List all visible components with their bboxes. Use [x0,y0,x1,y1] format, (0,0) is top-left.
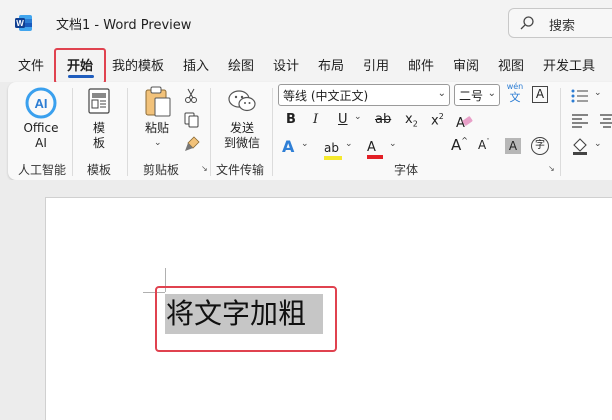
phonetic-guide-button[interactable]: wén 文 [506,82,524,104]
bullets-dropdown-icon[interactable]: ⌄ [594,88,602,98]
search-label: 搜索 [549,19,576,34]
font-color-button[interactable]: A [367,136,383,159]
send-wechat-label-2[interactable]: 到微信 [220,136,264,150]
template-label-1[interactable]: 模 [88,121,110,135]
superscript-button[interactable]: x2 [431,112,444,128]
bold-button[interactable]: B [286,112,296,127]
tab-view[interactable]: 视图 [498,55,524,74]
highlight-color-button[interactable]: ab [324,137,342,160]
superscript-base: x [431,113,439,129]
shading-dropdown-icon[interactable]: ⌄ [594,139,602,149]
paste-icon[interactable] [144,86,172,122]
font-size-select[interactable]: 二号 ⌄ [454,84,500,106]
shrink-font-glyph: A [478,138,487,152]
caret-up-icon: ^ [461,136,468,145]
home-tab-highlight-box [54,48,106,84]
grow-font-button[interactable]: A^ [451,136,468,154]
selected-text-highlight-box [155,286,337,352]
tab-my-templates[interactable]: 我的模板 [112,55,164,74]
subscript-button[interactable]: x2 [405,112,418,129]
chevron-down-icon: ⌄ [487,88,496,99]
group-label-ai: 人工智能 [18,163,67,177]
grow-font-glyph: A [451,136,462,154]
paste-label[interactable]: 粘贴 [142,121,172,135]
tab-design[interactable]: 设计 [273,55,299,74]
office-ai-label-2[interactable]: AI [23,136,59,150]
character-border-button[interactable]: A [532,86,548,103]
tab-mailings[interactable]: 邮件 [408,55,434,74]
text-effects-button[interactable]: A [282,137,294,156]
group-label-font: 字体 [394,163,419,177]
search-box[interactable]: 搜索 [508,8,612,38]
tab-insert[interactable]: 插入 [183,55,209,74]
font-name-value: 等线 (中文正文) [283,89,369,103]
align-left-icon[interactable] [572,113,588,132]
superscript-mark: 2 [438,112,444,121]
office-ai-icon[interactable]: AI [24,86,58,124]
ribbon: AI Office AI 人工智能 模 板 模板 粘贴 ⌄ 剪贴板 ↘ 发送 到… [8,82,612,180]
document-title: 文档1 - Word Preview [56,18,192,33]
paint-bucket-icon[interactable] [571,137,589,159]
template-icon[interactable] [87,88,111,118]
group-label-template: 模板 [87,163,112,177]
enclose-characters-button[interactable]: 字 [531,137,549,155]
phonetic-char: 文 [509,91,521,104]
font-color-swatch [367,155,383,159]
bullets-icon[interactable] [571,88,589,107]
underline-button[interactable]: U [338,112,348,127]
highlight-glyph: ab [324,141,339,155]
format-painter-icon[interactable] [184,136,200,156]
cut-icon[interactable] [184,88,198,108]
align-center-icon[interactable] [600,113,612,132]
group-divider [210,88,211,176]
copy-icon[interactable] [184,112,200,132]
font-size-value: 二号 [459,89,484,103]
tab-file[interactable]: 文件 [18,55,44,74]
search-icon [519,15,535,31]
svg-text:W: W [16,19,24,28]
italic-button[interactable]: I [313,112,318,127]
tab-review[interactable]: 审阅 [453,55,479,74]
underline-dropdown-icon[interactable]: ⌄ [354,112,362,122]
office-ai-label-1[interactable]: Office [23,121,59,135]
paste-dropdown-icon[interactable]: ⌄ [154,138,162,148]
tab-developer[interactable]: 开发工具 [543,55,595,74]
group-label-clipboard: 剪贴板 [143,163,180,177]
font-name-select[interactable]: 等线 (中文正文) ⌄ [278,84,450,106]
send-wechat-label-1[interactable]: 发送 [222,121,262,135]
group-divider [272,88,273,176]
group-divider [72,88,73,176]
group-label-file-transfer: 文件传输 [216,163,265,177]
strikethrough-button[interactable]: ab [375,112,391,127]
group-divider [127,88,128,176]
font-color-glyph: A [367,140,376,155]
wechat-icon[interactable] [228,88,256,118]
template-label-2[interactable]: 板 [88,136,110,150]
tab-layout[interactable]: 布局 [318,55,344,74]
word-app-icon: W [14,13,34,33]
tab-draw[interactable]: 绘图 [228,55,254,74]
caret-down-icon: ˇ [486,138,490,146]
phonetic-pinyin: wén [506,82,524,91]
clipboard-dialog-launcher-icon[interactable]: ↘ [201,164,208,173]
shrink-font-button[interactable]: Aˇ [478,138,490,152]
tab-references[interactable]: 引用 [363,55,389,74]
font-color-dropdown-icon[interactable]: ⌄ [389,139,397,149]
character-shading-button[interactable]: A [505,138,521,154]
clear-formatting-button[interactable]: A [456,112,473,131]
font-dialog-launcher-icon[interactable]: ↘ [548,164,555,173]
highlight-color-swatch [324,156,342,160]
subscript-base: x [405,112,413,127]
subscript-mark: 2 [412,119,418,129]
office-ai-icon-text: AI [35,96,48,111]
text-effects-dropdown-icon[interactable]: ⌄ [301,139,309,149]
highlight-dropdown-icon[interactable]: ⌄ [345,139,353,149]
chevron-down-icon: ⌄ [437,88,446,99]
group-divider [560,88,561,176]
